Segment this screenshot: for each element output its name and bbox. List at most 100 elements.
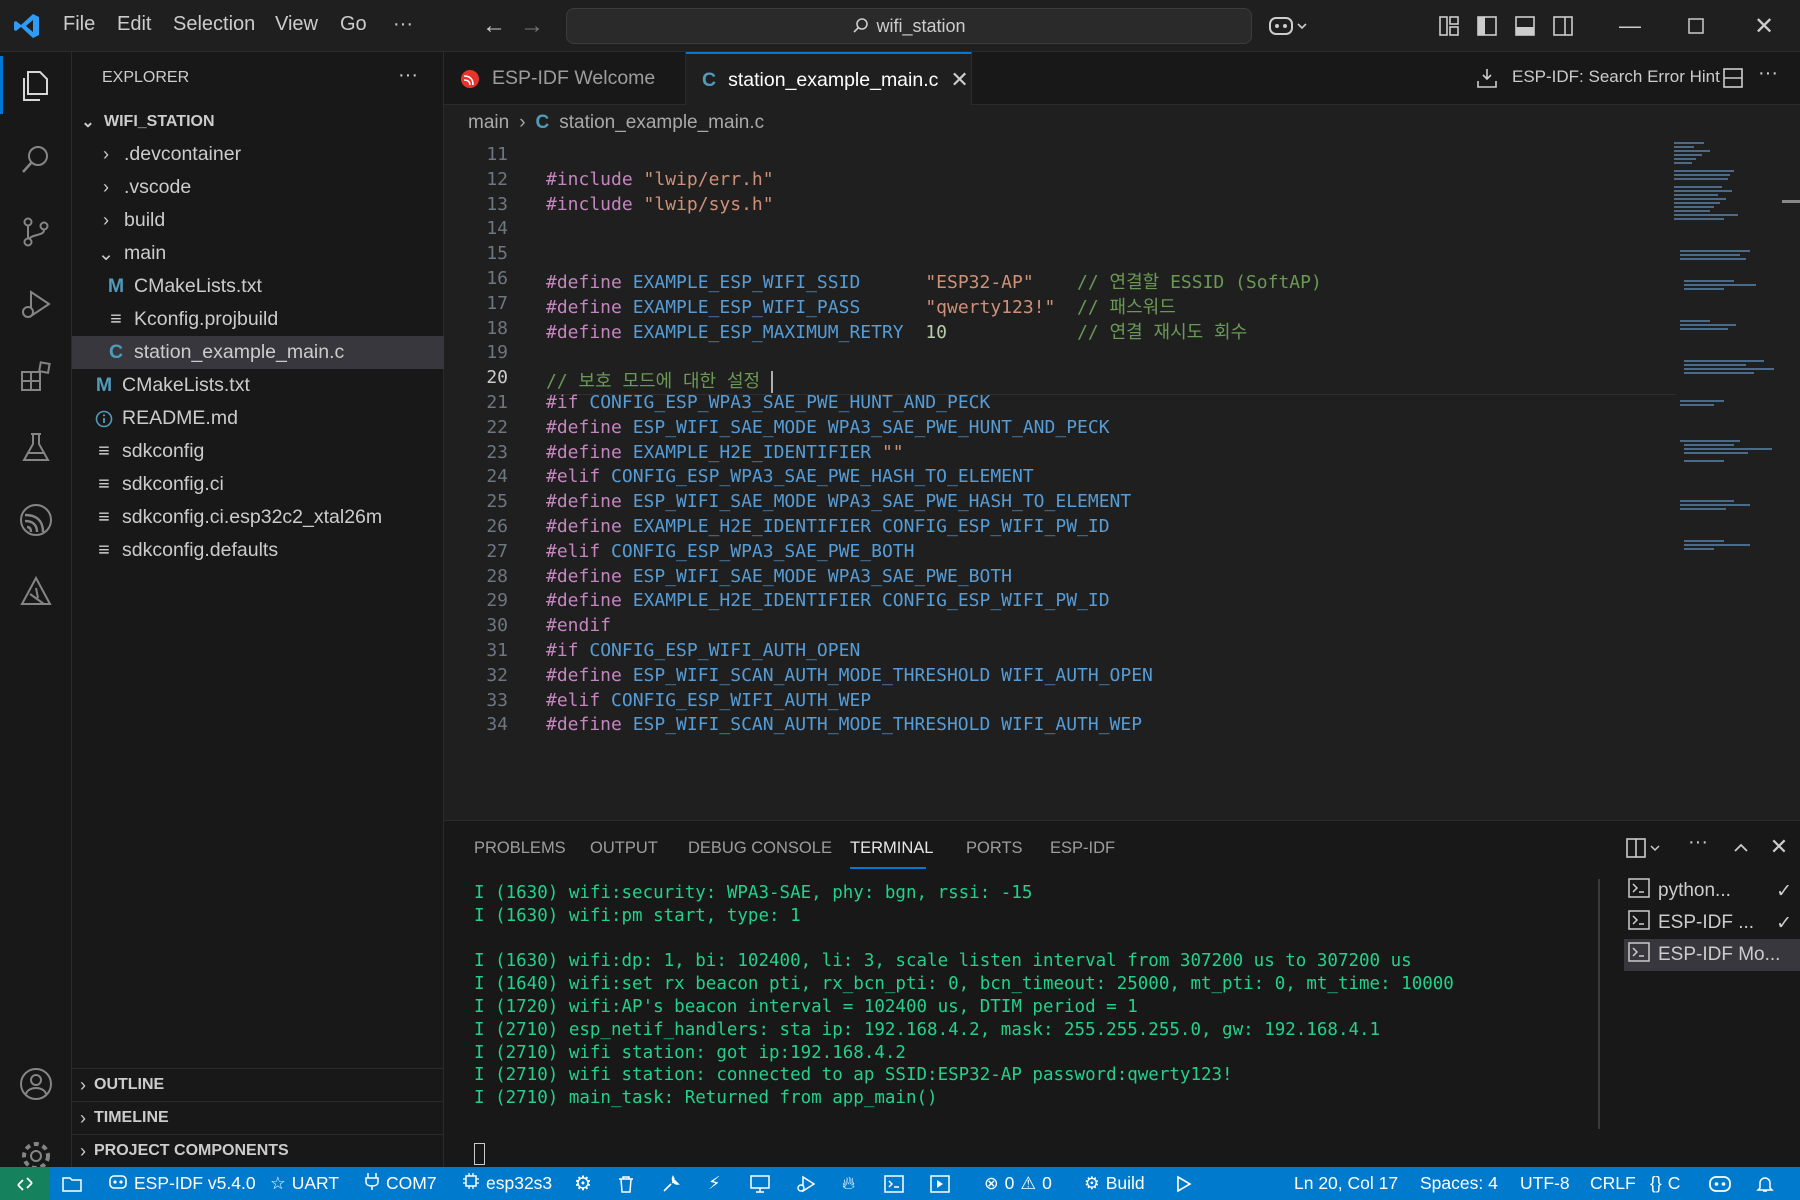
tab-label: station_example_main.c [728, 68, 939, 91]
tree-item-sdkconfig-ci[interactable]: ≡ sdkconfig.ci [72, 468, 444, 501]
menu-go[interactable]: Go [340, 13, 367, 36]
language-mode[interactable]: {} C [1650, 1167, 1680, 1200]
menu-edit[interactable]: Edit [117, 13, 151, 36]
tree-item-build[interactable]: › build [72, 204, 444, 237]
esp-idf-hint-icon[interactable] [1474, 65, 1500, 91]
panel-tab-debug-console[interactable]: DEBUG CONSOLE [688, 839, 832, 858]
code-editor[interactable]: 11 12 #include "lwip/err.h" 13 #include "lwi… [444, 140, 1800, 820]
run-play-icon[interactable] [1176, 1167, 1192, 1200]
minimize-icon[interactable]: — [1610, 12, 1650, 40]
source-control-icon[interactable] [0, 202, 72, 262]
flash-lightning-icon[interactable]: ⚡︎ [708, 1167, 721, 1200]
terminal-list-item-active[interactable]: ESP-IDF Mo... [1624, 939, 1800, 971]
sdk-config-gear-icon[interactable]: ⚙ [574, 1167, 592, 1200]
tree-item-devcontainer[interactable]: › .devcontainer [72, 138, 444, 171]
customize-layout-icon[interactable] [1436, 13, 1462, 39]
toggle-secondary-sidebar-icon[interactable] [1550, 13, 1576, 39]
target-device[interactable]: esp32s3 [462, 1167, 552, 1200]
search-error-hint-label[interactable]: ESP-IDF: Search Error Hint [1512, 67, 1720, 87]
split-editor-icon[interactable] [1720, 65, 1746, 91]
breadcrumb-file[interactable]: station_example_main.c [559, 112, 764, 134]
tree-item-vscode[interactable]: › .vscode [72, 171, 444, 204]
testing-flask-icon[interactable] [0, 418, 72, 478]
section-project-components[interactable]: › PROJECT COMPONENTS [72, 1134, 444, 1167]
open-terminal-icon[interactable] [884, 1167, 904, 1200]
custom-task-icon[interactable] [930, 1167, 950, 1200]
tree-item-cmakelists[interactable]: M CMakeLists.txt [72, 369, 444, 402]
panel-tab-ports[interactable]: PORTS [966, 839, 1023, 858]
indentation[interactable]: Spaces: 4 [1420, 1167, 1498, 1200]
menu-selection[interactable]: Selection [173, 13, 255, 36]
remote-indicator[interactable] [0, 1167, 50, 1200]
toggle-primary-sidebar-icon[interactable] [1474, 13, 1500, 39]
tree-item-readme[interactable]: README.md [72, 402, 444, 435]
tree-item-sdkconfig-ci-esp32c2[interactable]: ≡ sdkconfig.ci.esp32c2_xtal26m [72, 501, 444, 534]
close-panel-icon[interactable]: ✕ [1766, 833, 1792, 861]
editor-more-icon[interactable]: ··· [1758, 62, 1778, 85]
workspace-root[interactable]: ⌄ WIFI_STATION [72, 105, 444, 138]
terminal-list-item[interactable]: ESP-IDF ... ✓ [1624, 907, 1800, 939]
cursor-position[interactable]: Ln 20, Col 17 [1294, 1167, 1398, 1200]
espressif-icon[interactable] [0, 490, 72, 550]
build-flash-monitor-flame-icon[interactable]: 🔥︎ [842, 1167, 855, 1200]
tree-item-kconfig[interactable]: ≡ Kconfig.projbuild [72, 303, 444, 336]
menu-view[interactable]: View [275, 13, 318, 36]
end-of-line[interactable]: CRLF [1590, 1167, 1636, 1200]
split-terminal-icon[interactable] [1624, 835, 1664, 861]
maximize-panel-icon[interactable] [1728, 835, 1754, 861]
back-arrow-icon[interactable]: ← [480, 12, 508, 40]
section-timeline[interactable]: › TIMELINE [72, 1101, 444, 1134]
copilot-status-icon[interactable] [1708, 1167, 1732, 1200]
explorer-more-icon[interactable]: ··· [398, 64, 418, 87]
full-clean-trash-icon[interactable] [618, 1167, 634, 1200]
tree-item-main[interactable]: ⌄ main [72, 237, 444, 270]
accounts-icon[interactable] [0, 1054, 72, 1114]
explorer-icon[interactable] [0, 56, 72, 116]
tree-item-sdkconfig[interactable]: ≡ sdkconfig [72, 435, 444, 468]
tab-station-example-main-c[interactable]: C station_example_main.c ✕ [686, 52, 972, 106]
debug-run-icon[interactable] [796, 1167, 816, 1200]
flash-method[interactable]: ☆ UART [270, 1167, 339, 1200]
extensions-icon[interactable] [0, 346, 72, 406]
section-outline[interactable]: › OUTLINE [72, 1068, 444, 1101]
menu-file[interactable]: File [63, 13, 95, 36]
serial-port-label: COM7 [386, 1173, 437, 1193]
minimap[interactable] [1670, 140, 1780, 820]
scrollbar-thumb[interactable] [1782, 200, 1800, 203]
tab-esp-idf-welcome[interactable]: ESP-IDF Welcome [444, 52, 686, 105]
breadcrumb-folder[interactable]: main [468, 112, 509, 134]
build-wrench-icon[interactable] [662, 1167, 680, 1200]
toggle-panel-icon[interactable] [1512, 13, 1538, 39]
forward-arrow-icon[interactable]: → [518, 12, 546, 40]
tree-item-station-main-c[interactable]: C station_example_main.c [72, 336, 444, 369]
problems-summary[interactable]: ⊗ 0 ⚠︎ 0 [984, 1167, 1052, 1200]
folder-icon[interactable] [62, 1167, 82, 1200]
build-button[interactable]: ⚙ Build [1084, 1167, 1145, 1200]
copilot-icon[interactable] [1266, 12, 1310, 40]
panel-tab-esp-idf[interactable]: ESP-IDF [1050, 839, 1115, 858]
panel-tab-problems[interactable]: PROBLEMS [474, 839, 566, 858]
close-window-icon[interactable]: ✕ [1744, 12, 1784, 40]
close-tab-icon[interactable]: ✕ [950, 67, 968, 93]
line-number: 22 [486, 416, 508, 438]
serial-port[interactable]: COM7 [364, 1167, 437, 1200]
tree-item-sdkconfig-defaults[interactable]: ≡ sdkconfig.defaults [72, 534, 444, 567]
run-debug-icon[interactable] [0, 274, 72, 334]
panel-tab-output[interactable]: OUTPUT [590, 839, 658, 858]
esp-idf-version[interactable]: ESP-IDF v5.4.0 [108, 1167, 256, 1200]
braces-icon: {} [1650, 1173, 1662, 1193]
monitor-icon[interactable] [750, 1167, 770, 1200]
tree-item-main-cmakelists[interactable]: M CMakeLists.txt [72, 270, 444, 303]
maximize-icon[interactable] [1676, 12, 1716, 40]
encoding[interactable]: UTF-8 [1520, 1167, 1570, 1200]
notifications-bell-icon[interactable] [1756, 1167, 1774, 1200]
panel-tab-terminal[interactable]: TERMINAL [850, 839, 933, 858]
menu-more[interactable]: ··· [393, 13, 413, 36]
cmake-file-icon: M [95, 374, 113, 396]
panel-more-icon[interactable]: ··· [1688, 831, 1708, 854]
code-line: #elif CONFIG_ESP_WPA3_SAE_PWE_BOTH [546, 540, 915, 562]
idf-component-icon[interactable] [0, 562, 72, 622]
command-center-search[interactable]: wifi_station [566, 8, 1252, 44]
search-icon[interactable] [0, 130, 72, 190]
terminal-list-item[interactable]: python... ✓ [1624, 875, 1800, 907]
